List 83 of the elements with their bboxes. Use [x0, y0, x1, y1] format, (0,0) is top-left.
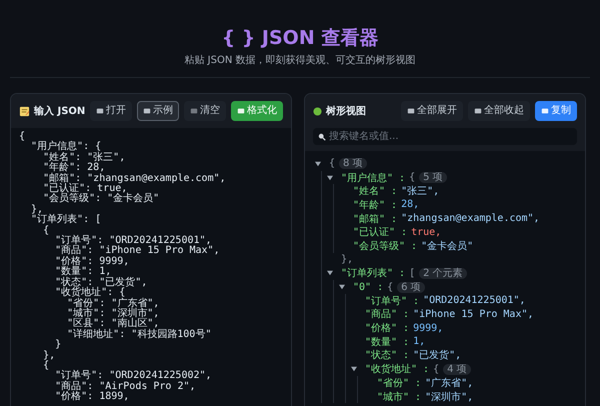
- tree-key: "省份" :: [377, 376, 422, 390]
- count-badge: 5 项: [419, 172, 447, 184]
- toolbar-button[interactable]: 复制: [535, 101, 577, 121]
- open-bracket: [: [409, 268, 416, 279]
- app-subtitle: 粘贴 JSON 数据，即刻获得美观、可交互的树形视图: [183, 55, 416, 67]
- code-line: "会员等级": "金卡会员": [42, 194, 160, 205]
- tree-value: "zhangsan@example.com",: [401, 213, 540, 224]
- toolbar-button[interactable]: 打开: [90, 101, 132, 121]
- code-line: "数量": 1,: [54, 267, 112, 278]
- tree-value: "iPhone 15 Pro Max",: [413, 308, 534, 320]
- toolbar-button[interactable]: 全部收起: [468, 101, 530, 121]
- closing-bracket: },: [341, 254, 354, 266]
- code-line: "城市": "深圳市",: [66, 308, 160, 319]
- tree-key: "数量" :: [365, 334, 410, 349]
- caret-icon[interactable]: [327, 270, 333, 276]
- tree-key: "订单号" :: [365, 294, 420, 308]
- count-badge: 6 项: [397, 282, 425, 293]
- code-line: "详细地址": "科技园路100号": [66, 330, 212, 340]
- tree-key: "用户信息" :: [341, 170, 406, 185]
- app-title: { } JSON 查看器: [220, 26, 380, 50]
- tree-key: "状态" :: [365, 348, 410, 362]
- code-line: "已认证": true,: [42, 184, 128, 194]
- search-field[interactable]: 搜索键名或值...: [313, 128, 577, 145]
- tree-key: "姓名" :: [353, 184, 398, 198]
- panel-title: 树形视图: [326, 104, 366, 118]
- tree-key: "年龄" :: [353, 198, 398, 212]
- code-line: "商品": "iPhone 15 Pro Max",: [54, 246, 220, 256]
- code-line: "姓名": "张三",: [42, 152, 126, 163]
- code-line: {: [19, 132, 26, 142]
- code-line: "价格": 1899,: [54, 392, 130, 403]
- code-line: {: [42, 226, 50, 236]
- code-line: "价格": 9999,: [54, 256, 130, 267]
- dot-icon: [313, 106, 322, 116]
- code-line: "省份": "广东省",: [66, 298, 160, 308]
- code-line: },: [42, 350, 56, 361]
- tree-key: "城市" :: [377, 390, 422, 404]
- caret-icon[interactable]: [351, 366, 357, 372]
- open-bracket: {: [329, 158, 336, 170]
- code-line: },: [30, 204, 44, 215]
- code-line: "邮箱": "zhangsan@example.com",: [42, 174, 226, 184]
- tree-value: "深圳市",: [425, 390, 474, 404]
- tree-key: "已认证" :: [353, 225, 408, 240]
- tree-value: "广东省",: [425, 376, 474, 390]
- tree-key: "价格" :: [365, 321, 410, 336]
- count-badge: 4 项: [443, 364, 471, 375]
- open-bracket: {: [387, 282, 394, 293]
- count-badge: 2 个元素: [419, 268, 467, 279]
- tree-key: "0" :: [353, 282, 384, 293]
- code-line: {: [42, 360, 50, 372]
- code-line: "商品": "AirPods Pro 2",: [54, 382, 196, 392]
- tree-value: 9999,: [413, 322, 444, 334]
- code-line: "收货地址": {: [54, 288, 126, 298]
- open-bracket: {: [409, 172, 416, 184]
- code-line: "区县": "南山区",: [66, 319, 160, 330]
- toolbar-button[interactable]: 清空: [184, 101, 226, 121]
- toolbar-button[interactable]: 全部展开: [401, 101, 463, 121]
- tree-value: "金卡会员": [421, 240, 474, 253]
- tree-value: true,: [411, 226, 442, 238]
- tree-key: "订单列表" :: [341, 266, 406, 280]
- code-line: "年龄": 28,: [42, 163, 106, 174]
- caret-icon[interactable]: [315, 160, 321, 167]
- code-line: "订单号": "ORD20241225002",: [54, 371, 212, 382]
- caret-icon[interactable]: [339, 284, 345, 290]
- tree-key: "邮箱" :: [353, 212, 398, 226]
- notepad-icon: [19, 106, 30, 116]
- tree-value: 1,: [413, 336, 426, 348]
- panel-title: 输入 JSON: [34, 104, 86, 118]
- toolbar-button[interactable]: 示例: [137, 101, 179, 121]
- search-icon: [318, 133, 326, 141]
- tree-value: "已发货",: [413, 349, 462, 362]
- tree-value: "ORD20241225001",: [423, 295, 526, 306]
- count-badge: 8 项: [339, 158, 367, 170]
- code-line: }: [54, 340, 62, 351]
- open-bracket: {: [433, 364, 440, 375]
- tree-value: "张三",: [401, 184, 440, 198]
- code-line: "订单列表": [: [30, 215, 102, 226]
- tree-key: "会员等级" :: [353, 238, 418, 253]
- tree-value: 28,: [401, 199, 420, 210]
- tree-key: "收货地址" :: [365, 362, 430, 376]
- code-line: "状态": "已发货",: [54, 278, 148, 288]
- code-line: "用户信息": {: [30, 142, 102, 152]
- caret-icon[interactable]: [327, 174, 333, 181]
- tree-key: "商品" :: [365, 307, 410, 322]
